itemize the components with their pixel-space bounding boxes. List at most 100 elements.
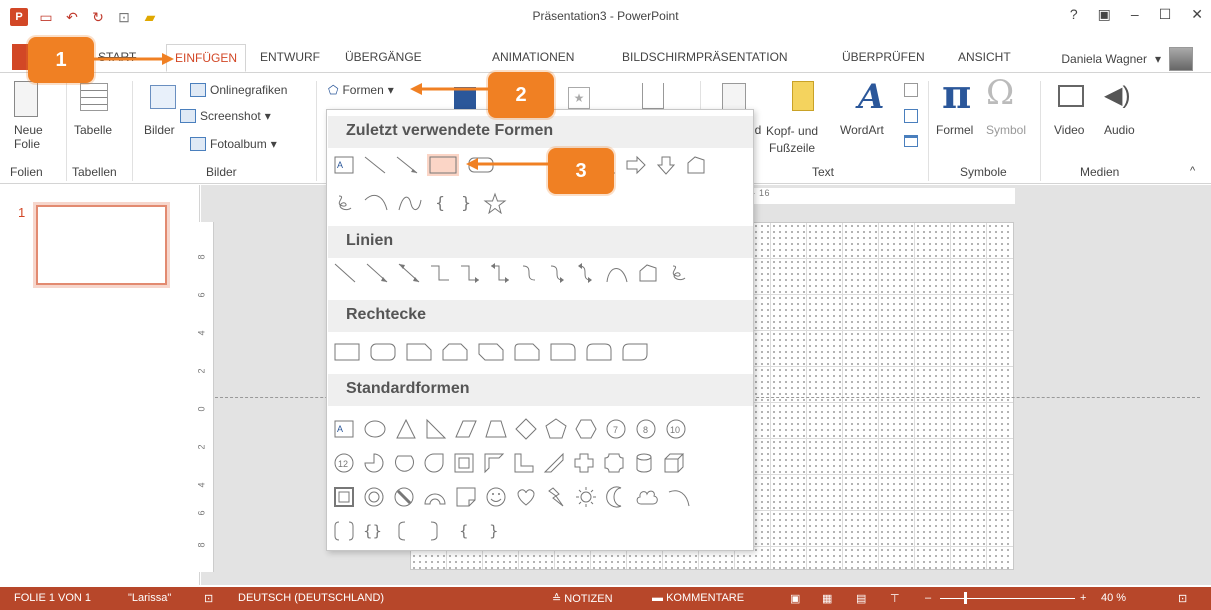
freeform-shape-icon[interactable] [637, 262, 659, 284]
close-icon[interactable]: ✕ [1191, 6, 1203, 23]
object-icon[interactable] [904, 135, 918, 147]
octagon-shape-icon[interactable]: 8 [635, 418, 657, 440]
snip-round-rectangle-shape-icon[interactable] [513, 342, 541, 362]
heart-shape-icon[interactable] [515, 486, 537, 508]
zoom-level[interactable]: 40 % [1101, 592, 1126, 604]
lightning-bolt-shape-icon[interactable] [545, 486, 567, 508]
left-brace-shape-icon[interactable]: { [453, 520, 475, 542]
tab-ueberpruefen[interactable]: ÜBERPRÜFEN [842, 50, 925, 64]
equation-button[interactable]: Formel [936, 123, 973, 137]
rectangle-shape-icon[interactable] [427, 154, 459, 176]
tab-uebergaenge[interactable]: ÜBERGÄNGE [345, 50, 422, 64]
decagon-shape-icon[interactable]: 10 [665, 418, 687, 440]
rounded-rectangle-shape-icon[interactable] [369, 342, 397, 362]
right-brace-shape-icon[interactable]: } [457, 192, 475, 214]
heptagon-shape-icon[interactable]: 7 [605, 418, 627, 440]
freeform-shape-icon[interactable] [685, 155, 707, 175]
line-shape-icon[interactable] [333, 262, 357, 284]
snip-same-side-rectangle-shape-icon[interactable] [441, 342, 469, 362]
table-button[interactable]: Tabelle [74, 123, 112, 137]
right-triangle-shape-icon[interactable] [425, 418, 447, 440]
help-icon[interactable]: ? [1070, 6, 1078, 23]
maximize-icon[interactable]: ☐ [1159, 6, 1172, 23]
wordart-button[interactable]: WordArt [840, 123, 884, 137]
right-arrow-shape-icon[interactable] [625, 155, 647, 175]
donut-shape-icon[interactable] [363, 486, 385, 508]
header-footer-icon[interactable] [792, 81, 814, 111]
hexagon-shape-icon[interactable] [575, 418, 597, 440]
parallelogram-shape-icon[interactable] [455, 418, 477, 440]
half-frame-shape-icon[interactable] [483, 452, 505, 474]
textbox-shape-icon[interactable]: A [333, 418, 355, 440]
pictures-button[interactable]: Bilder [144, 123, 175, 137]
scribble-shape-icon[interactable] [667, 262, 689, 284]
moon-shape-icon[interactable] [605, 486, 627, 508]
plaque-shape-icon[interactable] [603, 452, 625, 474]
line-shape-icon[interactable] [363, 155, 387, 175]
tab-ansicht[interactable]: ANSICHT [958, 50, 1011, 64]
cross-shape-icon[interactable] [573, 452, 595, 474]
curve-shape-icon[interactable] [605, 262, 629, 284]
snip-single-corner-rectangle-shape-icon[interactable] [405, 342, 433, 362]
round-single-corner-rectangle-shape-icon[interactable] [549, 342, 577, 362]
pie-shape-icon[interactable] [363, 452, 385, 474]
screenshot-button[interactable]: Screenshot ▾ [180, 109, 271, 123]
pentagon-shape-icon[interactable] [545, 418, 567, 440]
triangle-shape-icon[interactable] [395, 418, 417, 440]
shapes-button[interactable]: ⬠ Formen ▾ [328, 83, 394, 97]
comments-button[interactable]: ▬ KOMMENTARE [652, 592, 744, 604]
zoom-out-icon[interactable]: – [925, 592, 931, 604]
audio-button[interactable]: Audio [1104, 123, 1135, 137]
folded-corner-shape-icon[interactable] [455, 486, 477, 508]
table-icon[interactable] [80, 83, 108, 111]
right-brace-shape-icon[interactable]: } [483, 520, 505, 542]
zoom-slider-thumb[interactable] [964, 592, 967, 604]
spellcheck-icon[interactable]: ⊡ [204, 592, 213, 605]
language-indicator[interactable]: DEUTSCH (DEUTSCHLAND) [238, 592, 384, 604]
header-footer-button[interactable]: Kopf- und Fußzeile [766, 123, 818, 157]
elbow-connector-shape-icon[interactable] [429, 262, 451, 284]
round-same-side-rectangle-shape-icon[interactable] [585, 342, 613, 362]
notes-button[interactable]: ≙ NOTIZEN [552, 592, 613, 605]
symbol-icon[interactable]: Ω [986, 73, 1014, 113]
curved-arrow-connector-shape-icon[interactable] [547, 262, 567, 284]
diamond-shape-icon[interactable] [515, 418, 537, 440]
block-arc-shape-icon[interactable] [423, 486, 447, 508]
video-button[interactable]: Video [1054, 123, 1084, 137]
new-slide-icon[interactable] [14, 81, 38, 117]
slide-sorter-icon[interactable]: ▦ [822, 592, 832, 605]
symbol-button[interactable]: Symbol [986, 123, 1026, 137]
teardrop-shape-icon[interactable] [423, 452, 445, 474]
bevel-shape-icon[interactable] [333, 486, 355, 508]
curved-double-arrow-shape-icon[interactable] [575, 262, 597, 284]
diagonal-stripe-shape-icon[interactable] [543, 452, 565, 474]
double-bracket-shape-icon[interactable] [333, 520, 355, 542]
star-shape-icon[interactable] [483, 192, 507, 214]
arc-shape-icon[interactable] [363, 192, 389, 214]
curve-shape-icon[interactable] [397, 192, 423, 214]
slide-number-icon[interactable] [904, 109, 918, 123]
frame-shape-icon[interactable] [453, 452, 475, 474]
tab-einfuegen[interactable]: EINFÜGEN [166, 44, 247, 72]
no-symbol-shape-icon[interactable] [393, 486, 415, 508]
left-bracket-shape-icon[interactable] [393, 520, 415, 542]
audio-icon[interactable]: ◀) [1104, 81, 1130, 110]
can-shape-icon[interactable] [633, 452, 655, 474]
double-arrow-shape-icon[interactable] [397, 262, 421, 284]
photo-album-button[interactable]: Fotoalbum ▾ [190, 137, 277, 151]
minimize-icon[interactable]: – [1131, 6, 1139, 23]
pictures-icon[interactable] [150, 85, 176, 109]
l-shape-icon[interactable] [513, 452, 535, 474]
new-slide-button[interactable]: Neue Folie [14, 123, 43, 151]
arc-shape-icon[interactable] [667, 486, 691, 508]
dodecagon-shape-icon[interactable]: 12 [333, 452, 355, 474]
double-brace-shape-icon[interactable]: {} [363, 520, 385, 542]
slide-thumbnail[interactable] [33, 202, 170, 288]
collapse-ribbon-icon[interactable]: ^ [1190, 165, 1195, 177]
online-pictures-button[interactable]: Onlinegrafiken [190, 83, 287, 97]
arrow-shape-icon[interactable] [365, 262, 389, 284]
elbow-arrow-connector-shape-icon[interactable] [459, 262, 481, 284]
normal-view-icon[interactable]: ▣ [790, 592, 800, 605]
left-brace-shape-icon[interactable]: { [431, 192, 449, 214]
textbox-icon[interactable] [722, 83, 746, 111]
